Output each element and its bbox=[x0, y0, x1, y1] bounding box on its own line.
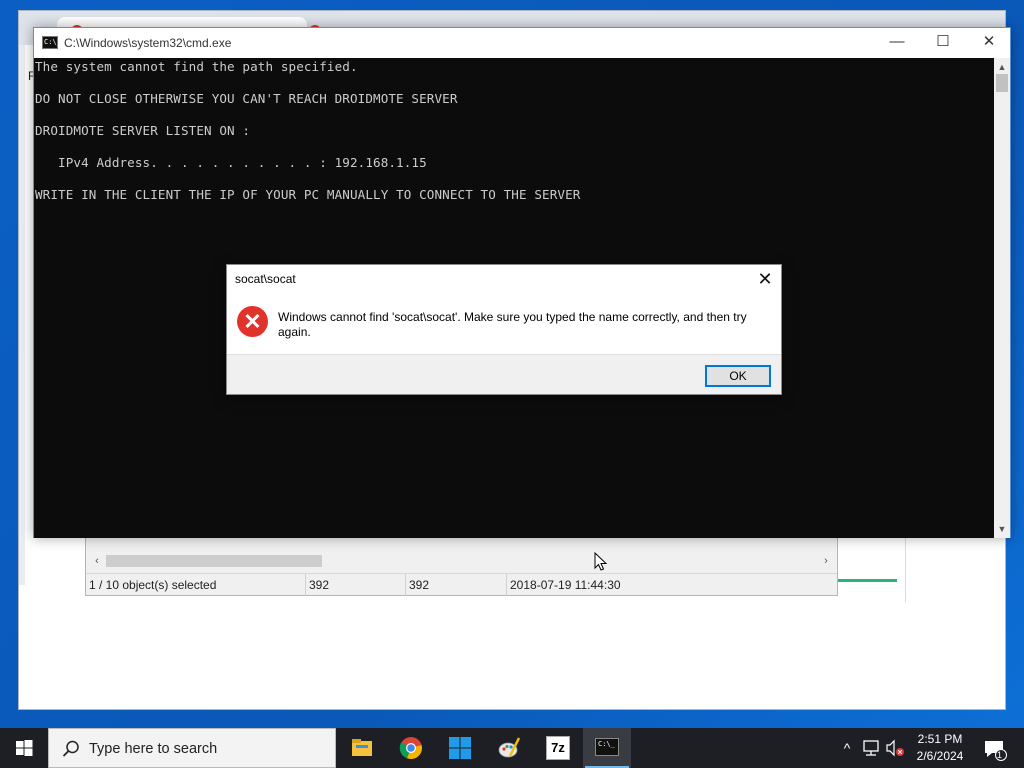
scroll-thumb[interactable] bbox=[996, 74, 1008, 92]
dialog-close-button[interactable]: ✕ bbox=[749, 265, 781, 293]
notification-center-icon[interactable]: 1 bbox=[978, 728, 1012, 768]
taskbar-chrome[interactable] bbox=[387, 728, 435, 768]
mouse-cursor-icon bbox=[594, 552, 608, 571]
status-selection: 1 / 10 object(s) selected bbox=[86, 574, 306, 596]
console-line: IPv4 Address. . . . . . . . . . . : 192.… bbox=[35, 155, 427, 170]
console-line: The system cannot find the path specifie… bbox=[35, 59, 358, 74]
console-line: DROIDMOTE SERVER LISTEN ON : bbox=[35, 123, 251, 138]
dialog-message: Windows cannot find 'socat\socat'. Make … bbox=[278, 310, 747, 339]
scroll-up-icon[interactable]: ▲ bbox=[994, 60, 1010, 74]
scroll-left-button[interactable]: ‹ bbox=[90, 553, 104, 569]
file-manager-window[interactable]: ‹ › 1 / 10 object(s) selected 392 392 20… bbox=[85, 530, 838, 596]
7zip-icon: 7z bbox=[546, 736, 570, 760]
start-menu-app-icon bbox=[449, 737, 471, 759]
window-title: C:\Windows\system32\cmd.exe bbox=[64, 36, 232, 50]
taskbar-paint[interactable] bbox=[485, 728, 533, 768]
error-icon: ✕ bbox=[237, 306, 268, 337]
status-bar: 1 / 10 object(s) selected 392 392 2018-0… bbox=[86, 573, 837, 596]
status-size: 392 bbox=[306, 574, 406, 596]
7zip-label: 7z bbox=[551, 740, 565, 755]
dialog-footer: OK bbox=[227, 354, 781, 394]
taskbar-file-explorer[interactable] bbox=[338, 728, 386, 768]
status-modified: 2018-07-19 11:44:30 bbox=[510, 578, 621, 592]
taskbar-clock[interactable]: 2:51 PM 2/6/2024 bbox=[902, 731, 978, 765]
ok-button[interactable]: OK bbox=[705, 365, 771, 387]
cmd-icon: C:\_ bbox=[595, 738, 619, 756]
console-line: DO NOT CLOSE OTHERWISE YOU CAN'T REACH D… bbox=[35, 91, 458, 106]
status-packed-size: 392 bbox=[406, 574, 507, 596]
search-icon bbox=[62, 740, 79, 757]
scroll-down-icon[interactable]: ▼ bbox=[994, 522, 1010, 536]
vertical-scrollbar[interactable]: ▲ ▼ bbox=[994, 58, 1010, 538]
error-dialog[interactable]: socat\socat ✕ ✕ Windows cannot find 'soc… bbox=[226, 264, 782, 395]
file-explorer-icon bbox=[352, 739, 372, 756]
cmd-icon: C:\_ bbox=[42, 36, 61, 49]
search-placeholder: Type here to search bbox=[89, 741, 218, 757]
taskbar-7zip[interactable]: 7z bbox=[534, 728, 582, 768]
console-line: WRITE IN THE CLIENT THE IP OF YOUR PC MA… bbox=[35, 187, 581, 202]
desktop: R ‹ › 1 / 10 object(s) selected 392 392 … bbox=[0, 0, 1024, 728]
tray-overflow-chevron-icon[interactable]: ^ bbox=[836, 728, 858, 768]
progress-line bbox=[838, 579, 897, 582]
network-icon[interactable] bbox=[860, 728, 882, 768]
cmd-titlebar[interactable]: C:\_ C:\Windows\system32\cmd.exe — ☐ ✕ bbox=[34, 28, 1010, 58]
file-manager-side-panel bbox=[838, 530, 906, 602]
clock-date: 2/6/2024 bbox=[916, 749, 964, 763]
windows-logo-icon bbox=[16, 740, 33, 756]
scroll-thumb[interactable] bbox=[106, 555, 322, 567]
dialog-title: socat\socat bbox=[235, 272, 296, 286]
scroll-right-button[interactable]: › bbox=[819, 553, 833, 569]
start-button[interactable] bbox=[0, 728, 48, 768]
browser-side-strip bbox=[19, 45, 25, 585]
taskbar: Type here to search 7z C:\_ ^ 2:51 PM 2/… bbox=[0, 728, 1024, 768]
horizontal-scrollbar[interactable]: ‹ › bbox=[86, 551, 837, 571]
chrome-icon bbox=[399, 737, 422, 760]
paint-icon bbox=[498, 737, 521, 758]
taskbar-search-box[interactable]: Type here to search bbox=[48, 728, 336, 768]
taskbar-start-app[interactable] bbox=[436, 728, 484, 768]
maximize-button[interactable]: ☐ bbox=[920, 28, 966, 58]
clock-time: 2:51 PM bbox=[917, 732, 963, 746]
notification-count: 1 bbox=[997, 750, 1003, 760]
minimize-button[interactable]: — bbox=[874, 28, 920, 58]
taskbar-cmd[interactable]: C:\_ bbox=[583, 728, 631, 768]
close-button[interactable]: ✕ bbox=[966, 28, 1012, 58]
